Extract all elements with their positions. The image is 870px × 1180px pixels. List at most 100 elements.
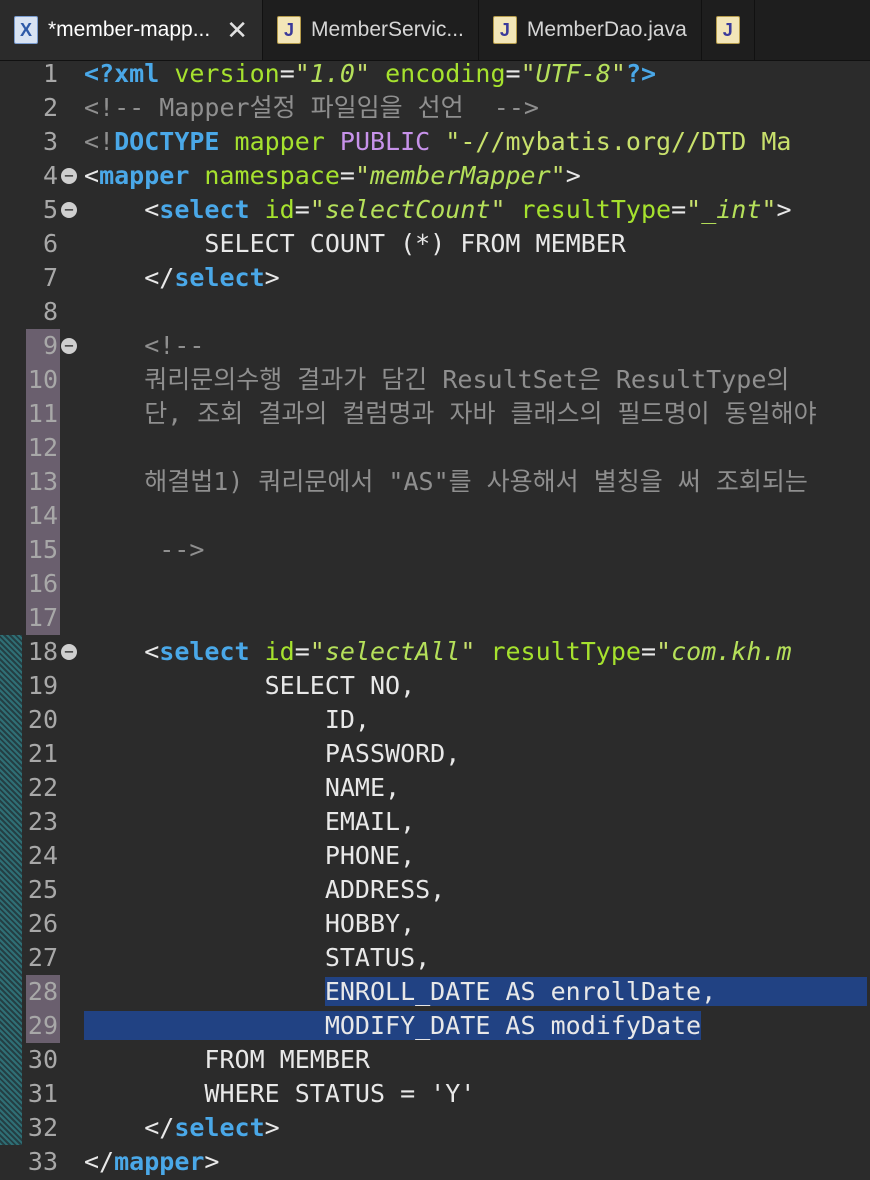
code-text[interactable]: FROM MEMBER: [84, 1043, 370, 1077]
code-line[interactable]: 21 PASSWORD,: [0, 737, 870, 771]
code-line[interactable]: 4− <mapper namespace="memberMapper">: [0, 159, 870, 193]
line-gutter[interactable]: 2: [0, 91, 84, 125]
code-text[interactable]: ID,: [84, 703, 370, 737]
code-text[interactable]: MODIFY_DATE AS modifyDate: [84, 1009, 870, 1043]
line-gutter[interactable]: 31: [0, 1077, 84, 1111]
code-line[interactable]: 20 ID,: [0, 703, 870, 737]
fold-collapse-icon[interactable]: −: [61, 202, 77, 218]
code-text[interactable]: <!-- Mapper설정 파일임을 선언 -->: [84, 91, 539, 125]
code-text[interactable]: ADDRESS,: [84, 873, 445, 907]
line-gutter[interactable]: 16: [0, 567, 84, 601]
fold-collapse-icon[interactable]: −: [61, 168, 77, 184]
line-gutter[interactable]: 1: [0, 57, 84, 91]
code-text[interactable]: <!DOCTYPE mapper PUBLIC "-//mybatis.org/…: [84, 125, 791, 159]
code-text[interactable]: <select id="selectAll" resultType="com.k…: [84, 635, 791, 669]
line-gutter[interactable]: 21: [0, 737, 84, 771]
close-icon[interactable]: ✕: [226, 17, 248, 43]
code-text[interactable]: 쿼리문의수행 결과가 담긴 ResultSet은 ResultType의: [84, 363, 804, 397]
line-gutter[interactable]: 18−: [0, 635, 84, 669]
code-line[interactable]: 31 WHERE STATUS = 'Y': [0, 1077, 870, 1111]
code-line[interactable]: 29 MODIFY_DATE AS modifyDate: [0, 1009, 870, 1043]
line-gutter[interactable]: 6: [0, 227, 84, 261]
code-line[interactable]: 16: [0, 567, 870, 601]
code-line[interactable]: 2 <!-- Mapper설정 파일임을 선언 -->: [0, 91, 870, 125]
code-text[interactable]: PHONE,: [84, 839, 415, 873]
line-gutter[interactable]: 20: [0, 703, 84, 737]
code-text[interactable]: HOBBY,: [84, 907, 415, 941]
code-line[interactable]: 6 SELECT COUNT (*) FROM MEMBER: [0, 227, 870, 261]
code-line[interactable]: 10 쿼리문의수행 결과가 담긴 ResultSet은 ResultType의: [0, 363, 870, 397]
code-line[interactable]: 15 -->: [0, 533, 870, 567]
line-gutter[interactable]: 22: [0, 771, 84, 805]
line-gutter[interactable]: 13: [0, 465, 84, 499]
line-gutter[interactable]: 4−: [0, 159, 84, 193]
code-line[interactable]: 17: [0, 601, 870, 635]
line-gutter[interactable]: 25: [0, 873, 84, 907]
code-line[interactable]: 7 </select>: [0, 261, 870, 295]
line-gutter[interactable]: 8: [0, 295, 84, 329]
code-text[interactable]: <!--: [84, 329, 204, 363]
code-line[interactable]: 27 STATUS,: [0, 941, 870, 975]
line-gutter[interactable]: 7: [0, 261, 84, 295]
code-text[interactable]: WHERE STATUS = 'Y': [84, 1077, 475, 1111]
code-editor[interactable]: 1 <?xml version="1.0" encoding="UTF-8"?> 2…: [0, 57, 870, 1179]
code-line[interactable]: 22 NAME,: [0, 771, 870, 805]
code-line[interactable]: 33 </mapper>: [0, 1145, 870, 1179]
line-gutter[interactable]: 9−: [0, 329, 84, 363]
tab-member-dao[interactable]: J MemberDao.java: [479, 0, 702, 60]
code-line[interactable]: 14: [0, 499, 870, 533]
code-line[interactable]: 3 <!DOCTYPE mapper PUBLIC "-//mybatis.org…: [0, 125, 870, 159]
code-line[interactable]: 1 <?xml version="1.0" encoding="UTF-8"?>: [0, 57, 870, 91]
fold-collapse-icon[interactable]: −: [61, 644, 77, 660]
fold-collapse-icon[interactable]: −: [61, 338, 77, 354]
code-text[interactable]: </mapper>: [84, 1145, 219, 1179]
code-text[interactable]: ENROLL_DATE AS enrollDate,: [84, 975, 867, 1009]
line-gutter[interactable]: 23: [0, 805, 84, 839]
code-text[interactable]: SELECT COUNT (*) FROM MEMBER: [84, 227, 625, 261]
code-text[interactable]: 단, 조회 결과의 컬럼명과 자바 클래스의 필드명이 동일해야: [84, 397, 816, 431]
code-line[interactable]: 25 ADDRESS,: [0, 873, 870, 907]
line-gutter[interactable]: 10: [0, 363, 84, 397]
tab-overflow[interactable]: J: [702, 0, 755, 60]
line-gutter[interactable]: 14: [0, 499, 84, 533]
line-gutter[interactable]: 27: [0, 941, 84, 975]
code-line[interactable]: 13 해결법1) 쿼리문에서 "AS"를 사용해서 별칭을 써 조회되는: [0, 465, 870, 499]
code-line[interactable]: 28 ENROLL_DATE AS enrollDate,: [0, 975, 870, 1009]
line-gutter[interactable]: 33: [0, 1145, 84, 1179]
line-gutter[interactable]: 29: [0, 1009, 84, 1043]
code-text[interactable]: </select>: [84, 1111, 279, 1145]
line-gutter[interactable]: 30: [0, 1043, 84, 1077]
code-text[interactable]: -->: [84, 533, 204, 567]
line-gutter[interactable]: 12: [0, 431, 84, 465]
code-line[interactable]: 26 HOBBY,: [0, 907, 870, 941]
code-text[interactable]: <select id="selectCount" resultType="_in…: [84, 193, 791, 227]
code-line[interactable]: 8: [0, 295, 870, 329]
line-gutter[interactable]: 5−: [0, 193, 84, 227]
code-text[interactable]: <mapper namespace="memberMapper">: [84, 159, 581, 193]
code-text[interactable]: <?xml version="1.0" encoding="UTF-8"?>: [84, 57, 656, 91]
code-text[interactable]: 해결법1) 쿼리문에서 "AS"를 사용해서 별칭을 써 조회되는: [84, 465, 823, 499]
line-gutter[interactable]: 17: [0, 601, 84, 635]
code-text[interactable]: NAME,: [84, 771, 400, 805]
line-gutter[interactable]: 19: [0, 669, 84, 703]
code-line[interactable]: 5− <select id="selectCount" resultType="…: [0, 193, 870, 227]
line-gutter[interactable]: 28: [0, 975, 84, 1009]
code-text[interactable]: SELECT NO,: [84, 669, 416, 703]
line-gutter[interactable]: 11: [0, 397, 84, 431]
code-line[interactable]: 30 FROM MEMBER: [0, 1043, 870, 1077]
code-line[interactable]: 9− <!--: [0, 329, 870, 363]
code-line[interactable]: 12: [0, 431, 870, 465]
line-gutter[interactable]: 3: [0, 125, 84, 159]
code-line[interactable]: 11 단, 조회 결과의 컬럼명과 자바 클래스의 필드명이 동일해야: [0, 397, 870, 431]
code-line[interactable]: 24 PHONE,: [0, 839, 870, 873]
line-gutter[interactable]: 15: [0, 533, 84, 567]
code-line[interactable]: 32 </select>: [0, 1111, 870, 1145]
code-line[interactable]: 23 EMAIL,: [0, 805, 870, 839]
tab-member-service[interactable]: J MemberServic...: [263, 0, 479, 60]
line-gutter[interactable]: 24: [0, 839, 84, 873]
code-text[interactable]: STATUS,: [84, 941, 430, 975]
code-line[interactable]: 19 SELECT NO,: [0, 669, 870, 703]
code-line[interactable]: 18− <select id="selectAll" resultType="c…: [0, 635, 870, 669]
code-text[interactable]: </select>: [84, 261, 279, 295]
code-text[interactable]: EMAIL,: [84, 805, 415, 839]
